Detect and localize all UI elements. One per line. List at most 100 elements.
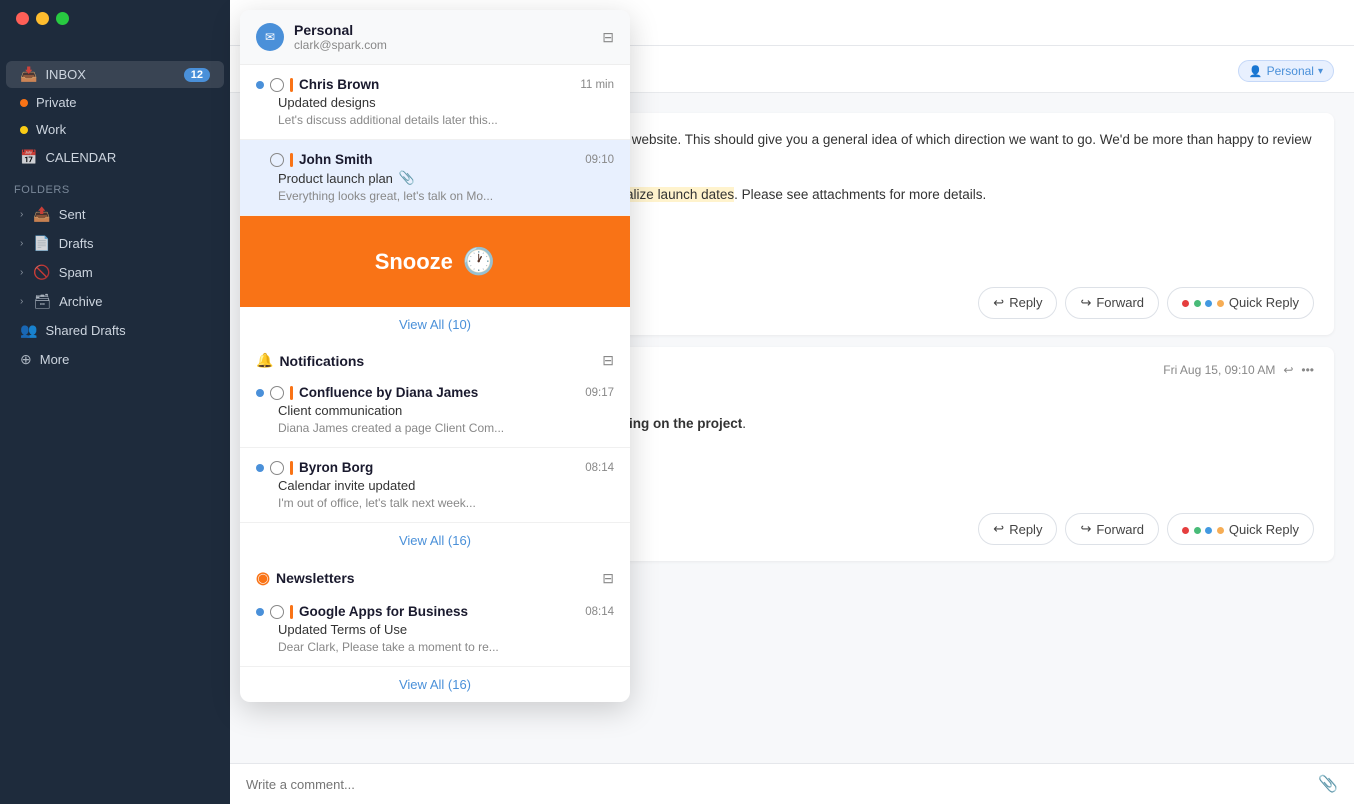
- sidebar-item-calendar[interactable]: 📅 CALENDAR: [6, 144, 224, 171]
- snooze-row[interactable]: Snooze 🕐: [240, 216, 630, 307]
- inbox-icon: 📥: [20, 66, 37, 83]
- email-row-top-byron: Byron Borg 08:14: [256, 460, 614, 475]
- overlay-account: ✉ Personal clark@spark.com: [256, 22, 387, 52]
- person-icon-john: [270, 153, 284, 167]
- priority-bar-john: [290, 153, 293, 167]
- thread-date-2: Fri Aug 15, 09:10 AM: [1163, 363, 1275, 377]
- unread-dot-byron: [256, 464, 264, 472]
- spam-label: Spam: [59, 265, 93, 280]
- work-color-dot: [20, 126, 28, 134]
- newsletters-archive-icon[interactable]: ⊟: [602, 570, 614, 587]
- comment-input[interactable]: [246, 777, 1318, 792]
- sender-name-john: John Smith: [299, 152, 373, 167]
- inbox-overlay: ✉ Personal clark@spark.com ⊟ Chris Brown…: [240, 10, 630, 702]
- reply-button-2[interactable]: ↩ Reply: [978, 513, 1057, 545]
- notifications-divider: 🔔 Notifications ⊟: [240, 342, 630, 373]
- quick-reply-label-2: Quick Reply: [1229, 522, 1299, 537]
- sidebar-item-private[interactable]: Private: [6, 90, 224, 115]
- email-row-john[interactable]: John Smith 09:10 Product launch plan 📎 E…: [240, 140, 630, 216]
- account-badge-label: Personal: [1267, 64, 1314, 78]
- view-all-notifications[interactable]: View All (16): [240, 523, 630, 558]
- bell-icon-confluence: [270, 386, 284, 400]
- more-label: More: [40, 352, 70, 367]
- sidebar-item-shared-drafts[interactable]: 👥 Shared Drafts: [6, 317, 224, 344]
- drafts-label: Drafts: [59, 236, 94, 251]
- attachment-icon-john: 📎: [399, 170, 415, 186]
- archive-chevron: ›: [20, 296, 23, 307]
- view-all-newsletters[interactable]: View All (16): [240, 667, 630, 702]
- email-row-google[interactable]: Google Apps for Business 08:14 Updated T…: [240, 592, 630, 667]
- email-row-top-john: John Smith 09:10: [256, 152, 614, 167]
- sent-chevron: ›: [20, 209, 23, 220]
- thread-reply-icon[interactable]: ↩: [1283, 363, 1293, 377]
- account-name: Personal: [294, 22, 387, 38]
- sender-name-chris: Chris Brown: [299, 77, 379, 92]
- priority-bar-chris: [290, 78, 293, 92]
- notifications-title: 🔔 Notifications: [256, 352, 364, 369]
- sidebar-item-work[interactable]: Work: [6, 117, 224, 142]
- account-info: Personal clark@spark.com: [294, 22, 387, 52]
- subject-byron: Calendar invite updated: [256, 478, 614, 493]
- unread-dot-google: [256, 608, 264, 616]
- priority-bar-byron: [290, 461, 293, 475]
- notifications-archive-icon[interactable]: ⊟: [602, 352, 614, 369]
- reply-label-2: Reply: [1009, 522, 1042, 537]
- person-icon-chris: [270, 78, 284, 92]
- sender-row-chris: Chris Brown: [256, 77, 379, 92]
- archive-icon: 🗃: [33, 293, 51, 310]
- email-row-confluence[interactable]: Confluence by Diana James 09:17 Client c…: [240, 373, 630, 448]
- preview-chris: Let's discuss additional details later t…: [256, 113, 614, 127]
- sidebar-item-more[interactable]: ⊕ More: [6, 346, 224, 373]
- forward-button-1[interactable]: ↪ Forward: [1065, 287, 1159, 319]
- bell-icon-byron: [270, 461, 284, 475]
- more-icon: ⊕: [20, 351, 32, 368]
- quick-reply-button-2[interactable]: Quick Reply: [1167, 513, 1314, 545]
- newsletters-title: ◉ Newsletters: [256, 568, 355, 588]
- account-badge[interactable]: 👤 Personal ▾: [1238, 60, 1334, 82]
- sender-row-john: John Smith: [256, 152, 373, 167]
- shared-drafts-icon: 👥: [20, 322, 37, 339]
- maximize-button[interactable]: [56, 12, 69, 25]
- spam-icon: 🚫: [33, 264, 50, 281]
- bell-icon-google: [270, 605, 284, 619]
- email-row-top-chris: Chris Brown 11 min: [256, 77, 614, 92]
- sender-name-confluence: Confluence by Diana James: [299, 385, 478, 400]
- email-row-chris[interactable]: Chris Brown 11 min Updated designs Let's…: [240, 65, 630, 140]
- quick-reply-dots-2: [1182, 522, 1224, 537]
- overlay-archive-icon[interactable]: ⊟: [602, 29, 614, 46]
- view-all-inbox[interactable]: View All (10): [240, 307, 630, 342]
- thread-more-icon[interactable]: •••: [1301, 363, 1314, 377]
- sidebar-item-sent[interactable]: › 📤 Sent: [6, 201, 224, 228]
- calendar-label: CALENDAR: [45, 150, 116, 165]
- sidebar-item-drafts[interactable]: › 📄 Drafts: [6, 230, 224, 257]
- sidebar-item-spam[interactable]: › 🚫 Spam: [6, 259, 224, 286]
- sent-label: Sent: [59, 207, 86, 222]
- unread-dot-confluence: [256, 389, 264, 397]
- close-button[interactable]: [16, 12, 29, 25]
- sidebar-item-archive[interactable]: › 🗃 Archive: [6, 288, 224, 315]
- account-avatar: ✉: [256, 23, 284, 51]
- minimize-button[interactable]: [36, 12, 49, 25]
- reply-icon-2: ↩: [993, 521, 1004, 537]
- snooze-content: Snooze 🕐: [240, 216, 630, 307]
- thread-meta-2: Fri Aug 15, 09:10 AM ↩ •••: [1163, 363, 1314, 377]
- reply-icon-1: ↩: [993, 295, 1004, 311]
- subject-google: Updated Terms of Use: [256, 622, 614, 637]
- sender-row-confluence: Confluence by Diana James: [256, 385, 478, 400]
- shared-drafts-label: Shared Drafts: [45, 323, 125, 338]
- priority-bar-confluence: [290, 386, 293, 400]
- preview-john: Everything looks great, let's talk on Mo…: [256, 189, 614, 203]
- subject-john: Product launch plan 📎: [256, 170, 614, 186]
- forward-button-2[interactable]: ↪ Forward: [1065, 513, 1159, 545]
- email-time-john: 09:10: [585, 154, 614, 166]
- comment-attach-icon[interactable]: 📎: [1318, 774, 1338, 794]
- email-row-byron[interactable]: Byron Borg 08:14 Calendar invite updated…: [240, 448, 630, 523]
- main-area: ✕ 📌 ○ 🕐 📦 📁 • • • Product launch plan 👤 …: [230, 0, 1354, 804]
- drafts-icon: 📄: [33, 235, 50, 252]
- quick-reply-button-1[interactable]: Quick Reply: [1167, 287, 1314, 319]
- preview-byron: I'm out of office, let's talk next week.…: [256, 496, 614, 510]
- quick-reply-label-1: Quick Reply: [1229, 295, 1299, 310]
- comment-box: 📎: [230, 763, 1354, 804]
- sidebar-item-inbox[interactable]: 📥 INBOX 12: [6, 61, 224, 88]
- reply-button-1[interactable]: ↩ Reply: [978, 287, 1057, 319]
